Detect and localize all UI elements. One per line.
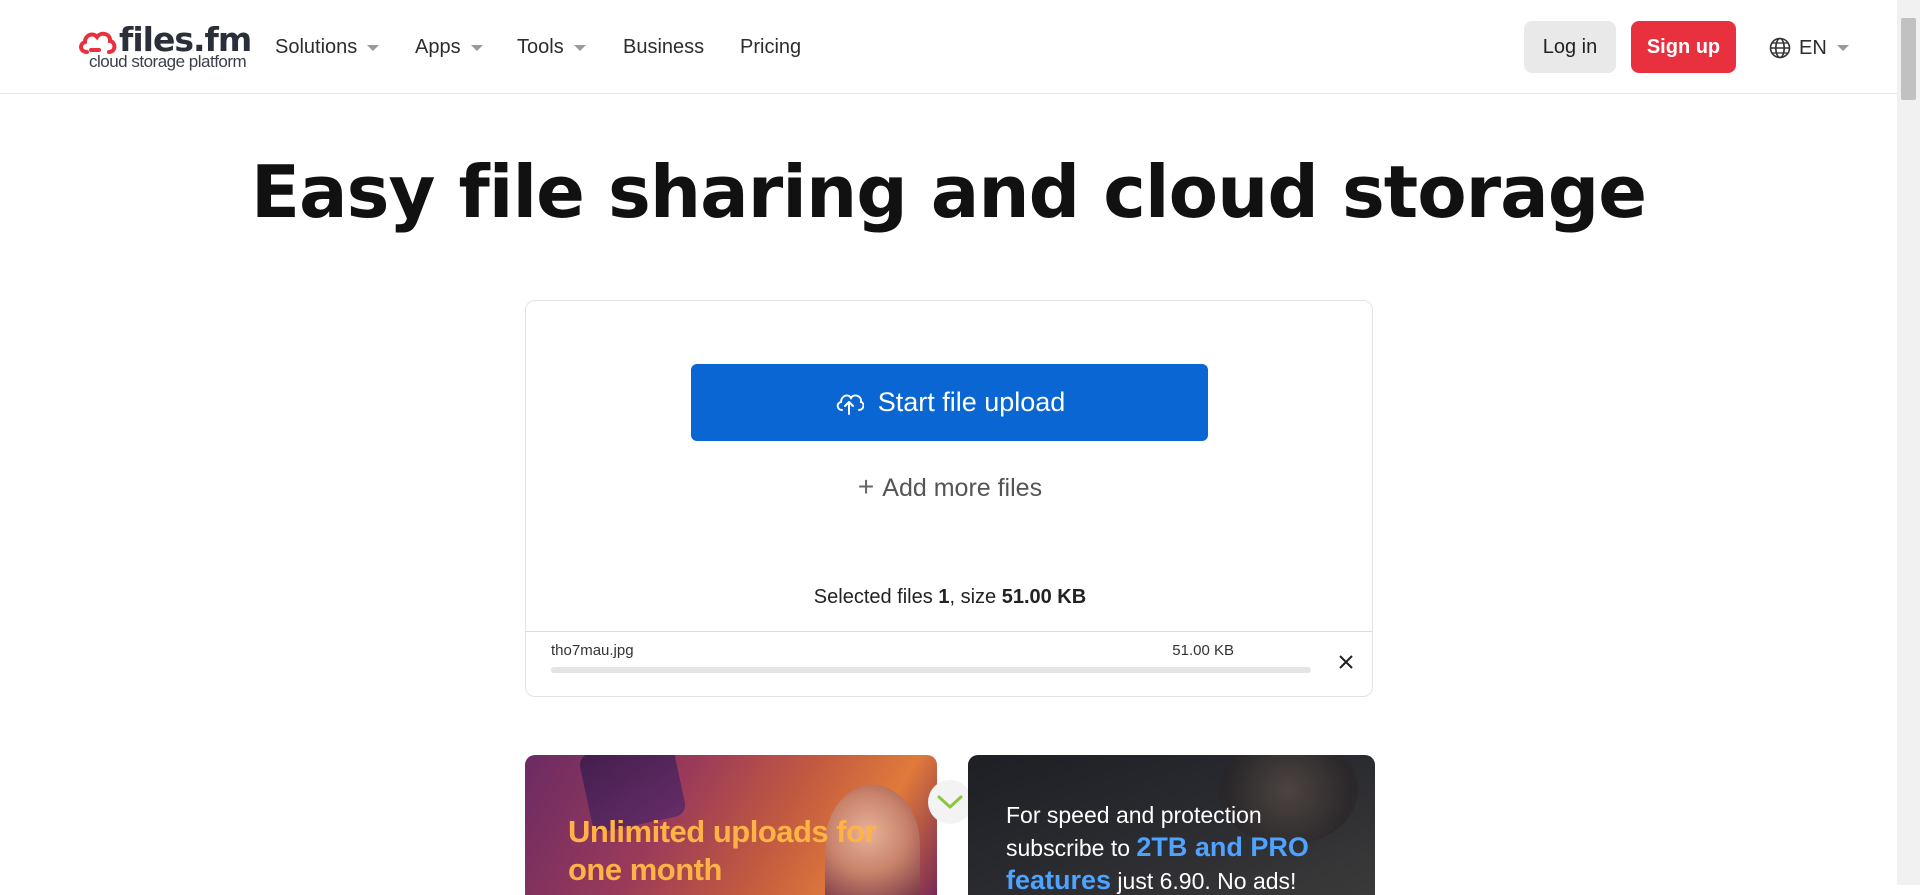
files-fm-logo[interactable]: files.fm cloud storage platform: [77, 20, 252, 74]
language-code: EN: [1799, 36, 1827, 59]
scrollbar-thumb[interactable]: [1901, 18, 1916, 100]
plus-icon: +: [857, 471, 875, 502]
upload-progress-bar: [551, 667, 1311, 673]
scroll-down-button[interactable]: [928, 780, 972, 824]
chevron-down-icon: [937, 795, 963, 809]
site-header: files.fm cloud storage platform Solution…: [0, 0, 1897, 94]
page-scrollbar[interactable]: [1897, 0, 1920, 885]
promo-left-text: Unlimited uploads for one month: [568, 814, 877, 887]
nav-apps[interactable]: Apps: [415, 33, 483, 61]
summary-count: 1: [938, 586, 950, 608]
nav-solutions[interactable]: Solutions: [275, 33, 380, 61]
chevron-down-icon: [470, 44, 483, 51]
chevron-down-icon: [367, 44, 380, 51]
file-size: 51.00 KB: [1172, 642, 1234, 659]
page-title: Easy file sharing and cloud storage: [250, 150, 1647, 234]
nav-business-label: Business: [623, 36, 705, 58]
language-selector[interactable]: EN: [1769, 33, 1849, 63]
nav-tools[interactable]: Tools: [517, 33, 586, 61]
login-button[interactable]: Log in: [1524, 21, 1616, 73]
remove-file-button[interactable]: [1332, 648, 1360, 676]
summary-size: 51.00 KB: [1001, 586, 1087, 608]
promo-unlimited-uploads[interactable]: Unlimited uploads for one month: [525, 755, 937, 895]
selected-files-summary: Selected files 1, size 51.00 KB: [526, 586, 1374, 609]
nav-business[interactable]: Business: [623, 33, 704, 61]
add-more-files-label: Add more files: [882, 474, 1043, 502]
promo-pro-subscription[interactable]: For speed and protection subscribe to 2T…: [968, 755, 1375, 895]
start-upload-label: Start file upload: [877, 387, 1066, 417]
promo-right-text-b: just 6.90. No ads!: [1111, 868, 1297, 894]
start-upload-button[interactable]: Start file upload: [691, 364, 1208, 441]
nav-solutions-label: Solutions: [275, 36, 358, 58]
nav-pricing-label: Pricing: [740, 36, 802, 58]
summary-size-prefix: , size: [949, 586, 997, 608]
nav-tools-label: Tools: [517, 36, 564, 58]
chevron-down-icon: [1836, 45, 1849, 51]
close-icon: [1339, 655, 1353, 669]
cloud-upload-icon: [836, 393, 864, 415]
file-list-item: tho7mau.jpg 51.00 KB: [526, 631, 1372, 697]
upload-card: Start file upload + Add more files Select…: [525, 300, 1373, 697]
promo-right-text: For speed and protection subscribe to 2T…: [1006, 799, 1346, 895]
chevron-down-icon: [573, 44, 586, 51]
add-more-files-button[interactable]: + Add more files: [526, 471, 1374, 503]
logo-tagline: cloud storage platform: [89, 52, 247, 71]
nav-apps-label: Apps: [415, 36, 461, 58]
file-name: tho7mau.jpg: [551, 642, 634, 659]
summary-prefix: Selected files: [813, 586, 933, 608]
globe-icon: [1769, 37, 1791, 59]
nav-pricing[interactable]: Pricing: [740, 33, 801, 61]
signup-button[interactable]: Sign up: [1631, 21, 1736, 73]
